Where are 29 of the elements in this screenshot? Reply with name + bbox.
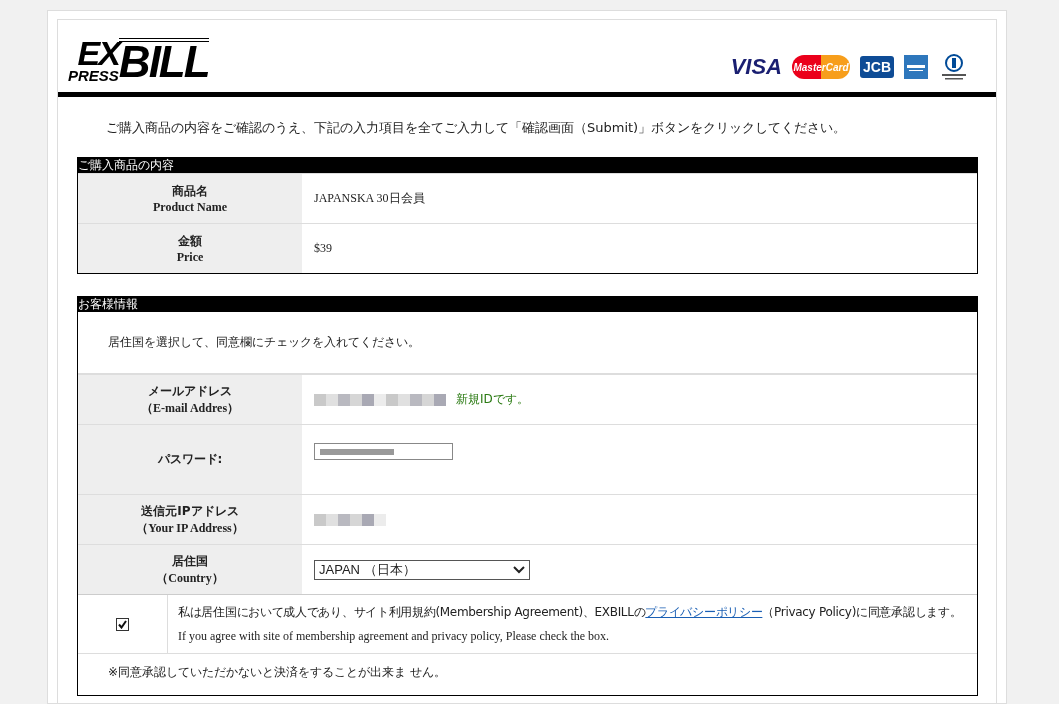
password-field[interactable]	[314, 443, 454, 461]
field-value: $39	[314, 241, 332, 256]
privacy-policy-link[interactable]: プライバシーポリシー	[645, 605, 763, 619]
instruction-text: ご購入商品の内容をご確認のうえ、下記の入力項目を全てご入力して「確認画面（Submit)」ボタンをクリックしてください。	[106, 119, 848, 137]
visa-logo: VISA	[730, 54, 782, 80]
field-label-english: （Your IP Address）	[136, 519, 244, 537]
field-label: メールアドレス	[148, 382, 232, 400]
field-label-english: Product Name	[152, 199, 228, 215]
jcb-logo: JCB	[860, 56, 894, 78]
field-value: JAPANSKA 30日会員	[314, 190, 425, 207]
agreement-english-text: If you agree with site of membership agreement and privacy policy, Please check the box.	[178, 629, 611, 644]
field-label: 居住国	[172, 552, 208, 570]
agreement-text: 私は居住国において成人であり、サイト利用規約(Membership Agreement)、EXBILLのプライバシーポリシー（Privacy Policy)に同意承認します。	[178, 604, 963, 621]
field-label: パスワード:	[157, 451, 223, 468]
field-label-english: （Country）	[156, 569, 224, 587]
mastercard-logo: MasterCard	[792, 55, 850, 79]
chevron-down-icon	[513, 565, 525, 574]
field-label-english: （E-mail Addres）	[140, 399, 240, 417]
country-select[interactable]: JAPAN （日本）	[314, 559, 530, 580]
field-label-english: Price	[176, 249, 204, 265]
status-note: 新規IDです。	[456, 391, 529, 408]
field-label: 送信元IPアドレス	[141, 502, 239, 520]
agreement-checkbox[interactable]	[116, 617, 129, 631]
notice-text: ※同意承認していただかないと決済をすることが出来ま せん。	[78, 653, 977, 695]
section-title: お客様情報	[78, 297, 977, 312]
section-title: ご購入商品の内容	[78, 158, 977, 173]
field-label: 商品名	[172, 182, 208, 200]
instruction-text: 居住国を選択して、同意欄にチェックを入れてください。	[78, 312, 977, 374]
field-label: 金額	[178, 232, 202, 250]
